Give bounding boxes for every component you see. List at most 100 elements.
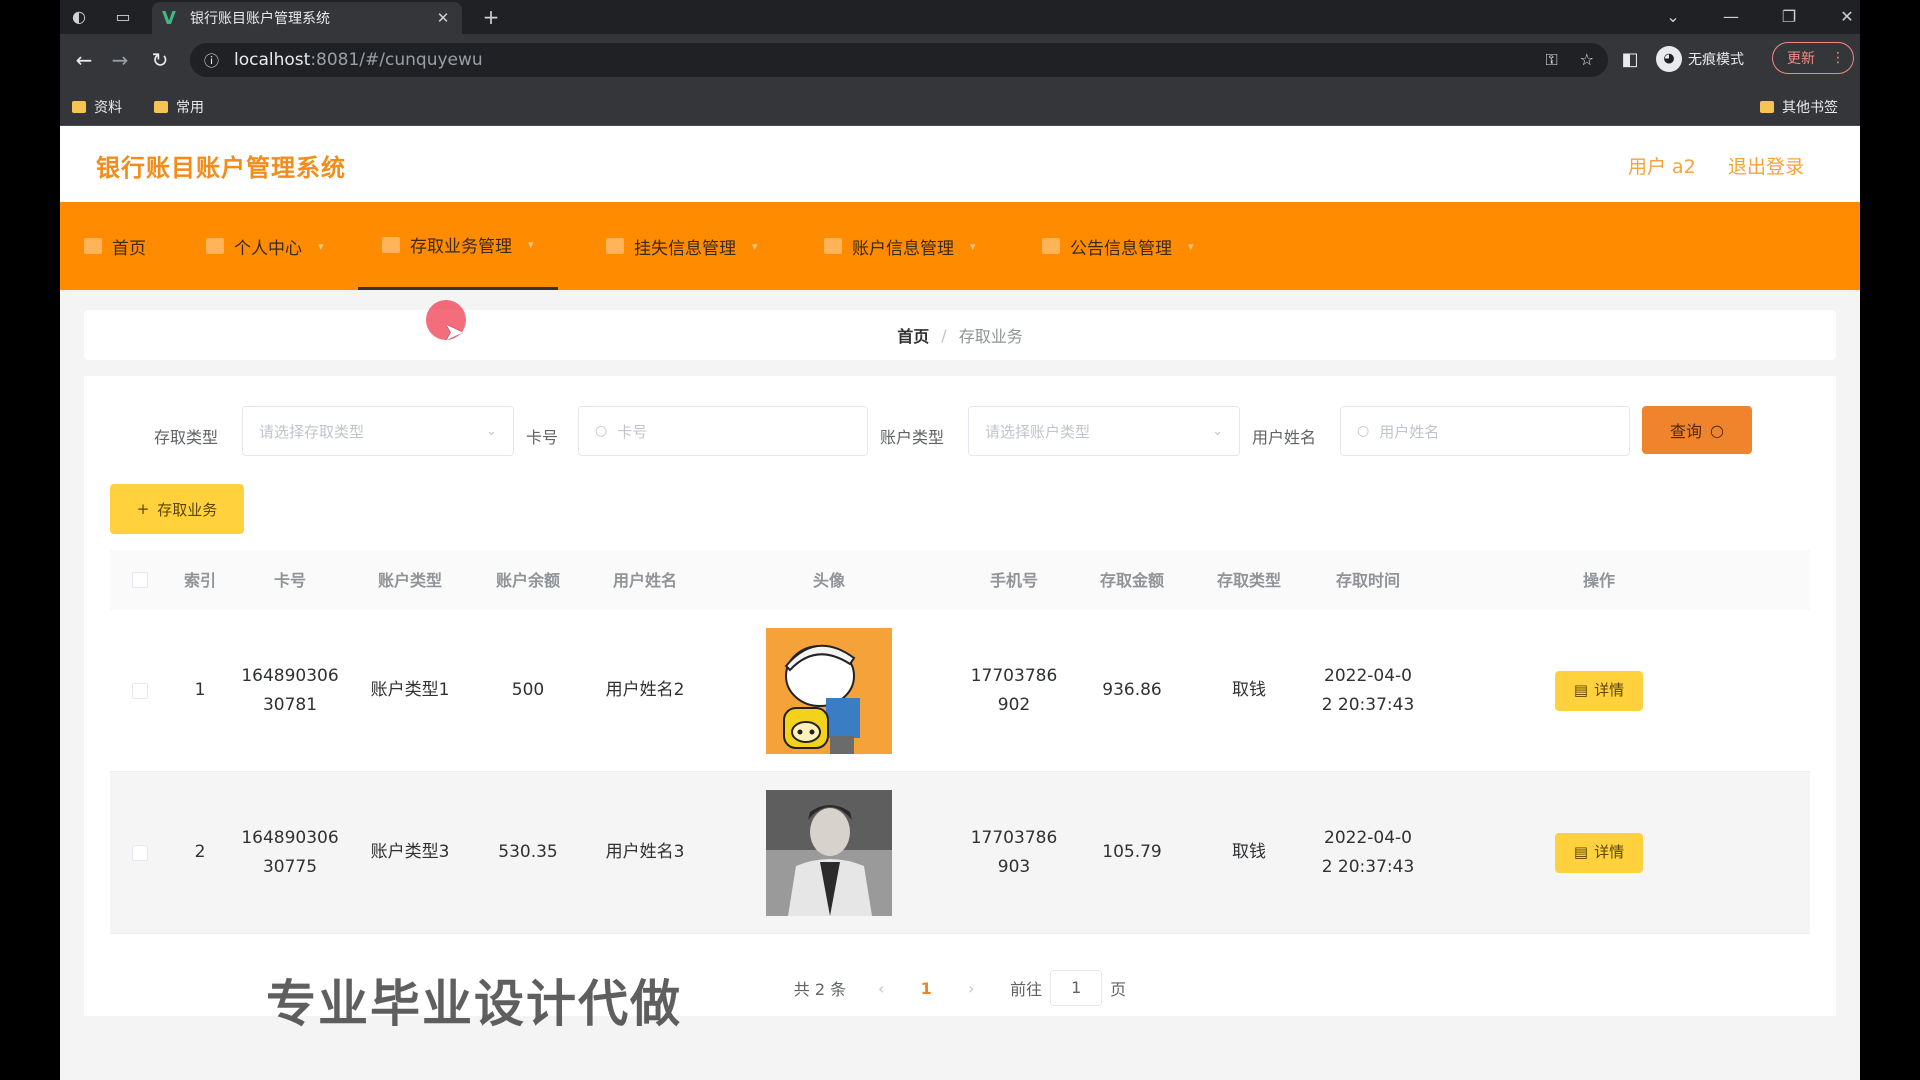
- breadcrumb-current: 存取业务: [958, 327, 1023, 346]
- col-name: 用户姓名: [612, 570, 677, 590]
- goto-page-input[interactable]: 1: [1050, 970, 1103, 1006]
- folder-icon: [1760, 101, 1774, 113]
- select-all-checkbox[interactable]: [132, 572, 148, 588]
- col-balance: 账户余额: [495, 570, 560, 590]
- bookmark-star-icon[interactable]: ☆: [1580, 50, 1594, 70]
- tab-list-icon[interactable]: ⌄: [1662, 6, 1684, 28]
- breadcrumb: 首页 / 存取业务: [84, 310, 1836, 360]
- nav-label: 挂失信息管理: [634, 238, 736, 259]
- other-bookmarks-label: 其他书签: [1782, 100, 1838, 116]
- key-icon[interactable]: ⚿: [1545, 50, 1557, 70]
- close-tab-icon[interactable]: ✕: [434, 9, 452, 27]
- avatar[interactable]: [766, 627, 892, 754]
- main-card: 存取类型 请选择存取类型 ⌄ 卡号 ○ 卡号 账户类型 请选择账户类型 ⌄ 用户…: [84, 376, 1836, 1033]
- add-transaction-button[interactable]: + 存取业务: [110, 484, 244, 534]
- plus-icon: +: [136, 500, 150, 518]
- cell-kind: 取钱: [1232, 680, 1266, 700]
- nav-loss-report[interactable]: 挂失信息管理 ▾: [606, 202, 758, 290]
- chevron-down-icon: ⌄: [486, 423, 497, 439]
- app-title: 银行账目账户管理系统: [96, 154, 346, 182]
- detail-label: 详情: [1594, 843, 1625, 861]
- site-info-icon[interactable]: ⓘ: [204, 50, 226, 71]
- menu-icon: [382, 236, 400, 253]
- logout-link[interactable]: 退出登录: [1728, 152, 1804, 179]
- card-filter-label: 卡号: [526, 428, 559, 447]
- avatar[interactable]: [766, 789, 892, 916]
- card-input[interactable]: ○ 卡号: [578, 406, 868, 456]
- tab-groups-icon[interactable]: ▭: [112, 6, 134, 28]
- page-number[interactable]: 1: [906, 979, 946, 998]
- nav-announcements[interactable]: 公告信息管理 ▾: [1042, 202, 1194, 290]
- address-bar[interactable]: ⓘ localhost:8081/#/cunquyewu ⚿ ☆: [190, 43, 1608, 77]
- nav-home[interactable]: 首页: [84, 202, 146, 290]
- nav-account-info[interactable]: 账户信息管理 ▾: [824, 202, 976, 290]
- account-type-placeholder: 请选择账户类型: [985, 422, 1091, 441]
- prev-page-icon[interactable]: ‹: [856, 979, 906, 998]
- home-icon: [84, 238, 102, 254]
- query-button[interactable]: 查询 ○: [1642, 406, 1752, 454]
- cell-avatar: [704, 789, 954, 916]
- main-nav: 首页 个人中心 ▾ 存取业务管理 ▾ 挂失信息管理 ▾ 账户信息管理 ▾ 公告信息管理 ▾: [60, 202, 1860, 290]
- window-close-icon[interactable]: ✕: [1836, 6, 1858, 28]
- app-header: 银行账目账户管理系统 用户 a2 退出登录: [60, 126, 1860, 202]
- chevron-down-icon: ▾: [318, 239, 324, 253]
- forward-icon[interactable]: →: [108, 48, 132, 72]
- document-icon: ▤: [1573, 843, 1589, 861]
- detail-button[interactable]: ▤ 详情: [1555, 670, 1643, 711]
- nav-label: 个人中心: [234, 238, 302, 259]
- vue-favicon-icon: V: [162, 7, 176, 29]
- account-type-select[interactable]: 请选择账户类型 ⌄: [968, 406, 1240, 456]
- other-bookmarks[interactable]: 其他书签: [1760, 97, 1838, 117]
- browser-tab[interactable]: V 银行账目账户管理系统 ✕: [152, 2, 462, 34]
- nav-personal-center[interactable]: 个人中心 ▾: [206, 202, 324, 290]
- nav-deposit-withdraw[interactable]: 存取业务管理 ▾: [358, 202, 558, 290]
- incognito-label: 无痕模式: [1688, 52, 1744, 68]
- minimize-icon[interactable]: —: [1720, 6, 1742, 28]
- breadcrumb-separator: /: [941, 325, 947, 345]
- type-select[interactable]: 请选择存取类型 ⌄: [242, 406, 514, 456]
- name-input-placeholder: 用户姓名: [1379, 422, 1440, 441]
- bookmark-folder-2[interactable]: 常用: [154, 97, 204, 117]
- cell-name: 用户姓名3: [605, 842, 685, 862]
- restore-icon[interactable]: ❐: [1778, 6, 1800, 28]
- cartoon-avatar-image: [766, 627, 892, 754]
- cell-index: 2: [194, 842, 206, 862]
- more-menu-icon[interactable]: ⋮: [1831, 50, 1845, 66]
- phone-line-2: 902: [997, 694, 1031, 715]
- phone-line-2: 903: [997, 856, 1031, 877]
- col-kind: 存取类型: [1216, 570, 1281, 590]
- bookmark-label: 资料: [94, 100, 122, 116]
- row-checkbox[interactable]: [132, 682, 148, 699]
- cell-actions: ▤ 详情: [1428, 670, 1770, 711]
- row-check-cell: [110, 682, 170, 699]
- bookmark-folder-1[interactable]: 资料: [72, 97, 122, 117]
- goto-label: 前往: [1010, 980, 1043, 999]
- time-line-2: 2 20:37:43: [1321, 694, 1415, 715]
- menu-icon: [824, 238, 842, 254]
- back-icon[interactable]: ←: [72, 48, 96, 72]
- update-label: 更新: [1787, 51, 1815, 67]
- row-check-cell: [110, 844, 170, 861]
- row-checkbox[interactable]: [132, 844, 148, 861]
- incognito-badge[interactable]: ◕ 无痕模式: [1656, 46, 1744, 72]
- folder-icon: [154, 101, 168, 113]
- cell-name: 用户姓名2: [605, 680, 685, 700]
- next-page-icon[interactable]: ›: [946, 979, 996, 998]
- phone-line-1: 17703786: [970, 665, 1058, 686]
- total-count: 共 2 条: [793, 980, 847, 999]
- toolbar: ← → ↻ ⓘ localhost:8081/#/cunquyewu ⚿ ☆ ◧…: [60, 34, 1860, 86]
- reload-icon[interactable]: ↻: [148, 48, 172, 72]
- breadcrumb-home[interactable]: 首页: [897, 323, 929, 347]
- pagination: 共 2 条 ‹ 1 › 前往 1 页: [84, 970, 1836, 1006]
- new-tab-icon[interactable]: +: [480, 6, 502, 28]
- omnibox-actions: ⚿ ☆: [1545, 50, 1594, 70]
- update-button[interactable]: 更新 ⋮: [1772, 42, 1854, 74]
- cell-actions: ▤ 详情: [1428, 832, 1770, 873]
- detail-button[interactable]: ▤ 详情: [1555, 832, 1643, 873]
- name-input[interactable]: ○ 用户姓名: [1340, 406, 1630, 456]
- menu-icon: [1042, 238, 1060, 254]
- tab-search-icon[interactable]: ◐: [68, 6, 90, 28]
- user-icon: [206, 238, 224, 254]
- nav-label: 首页: [112, 238, 146, 259]
- side-panel-icon[interactable]: ◧: [1618, 48, 1642, 72]
